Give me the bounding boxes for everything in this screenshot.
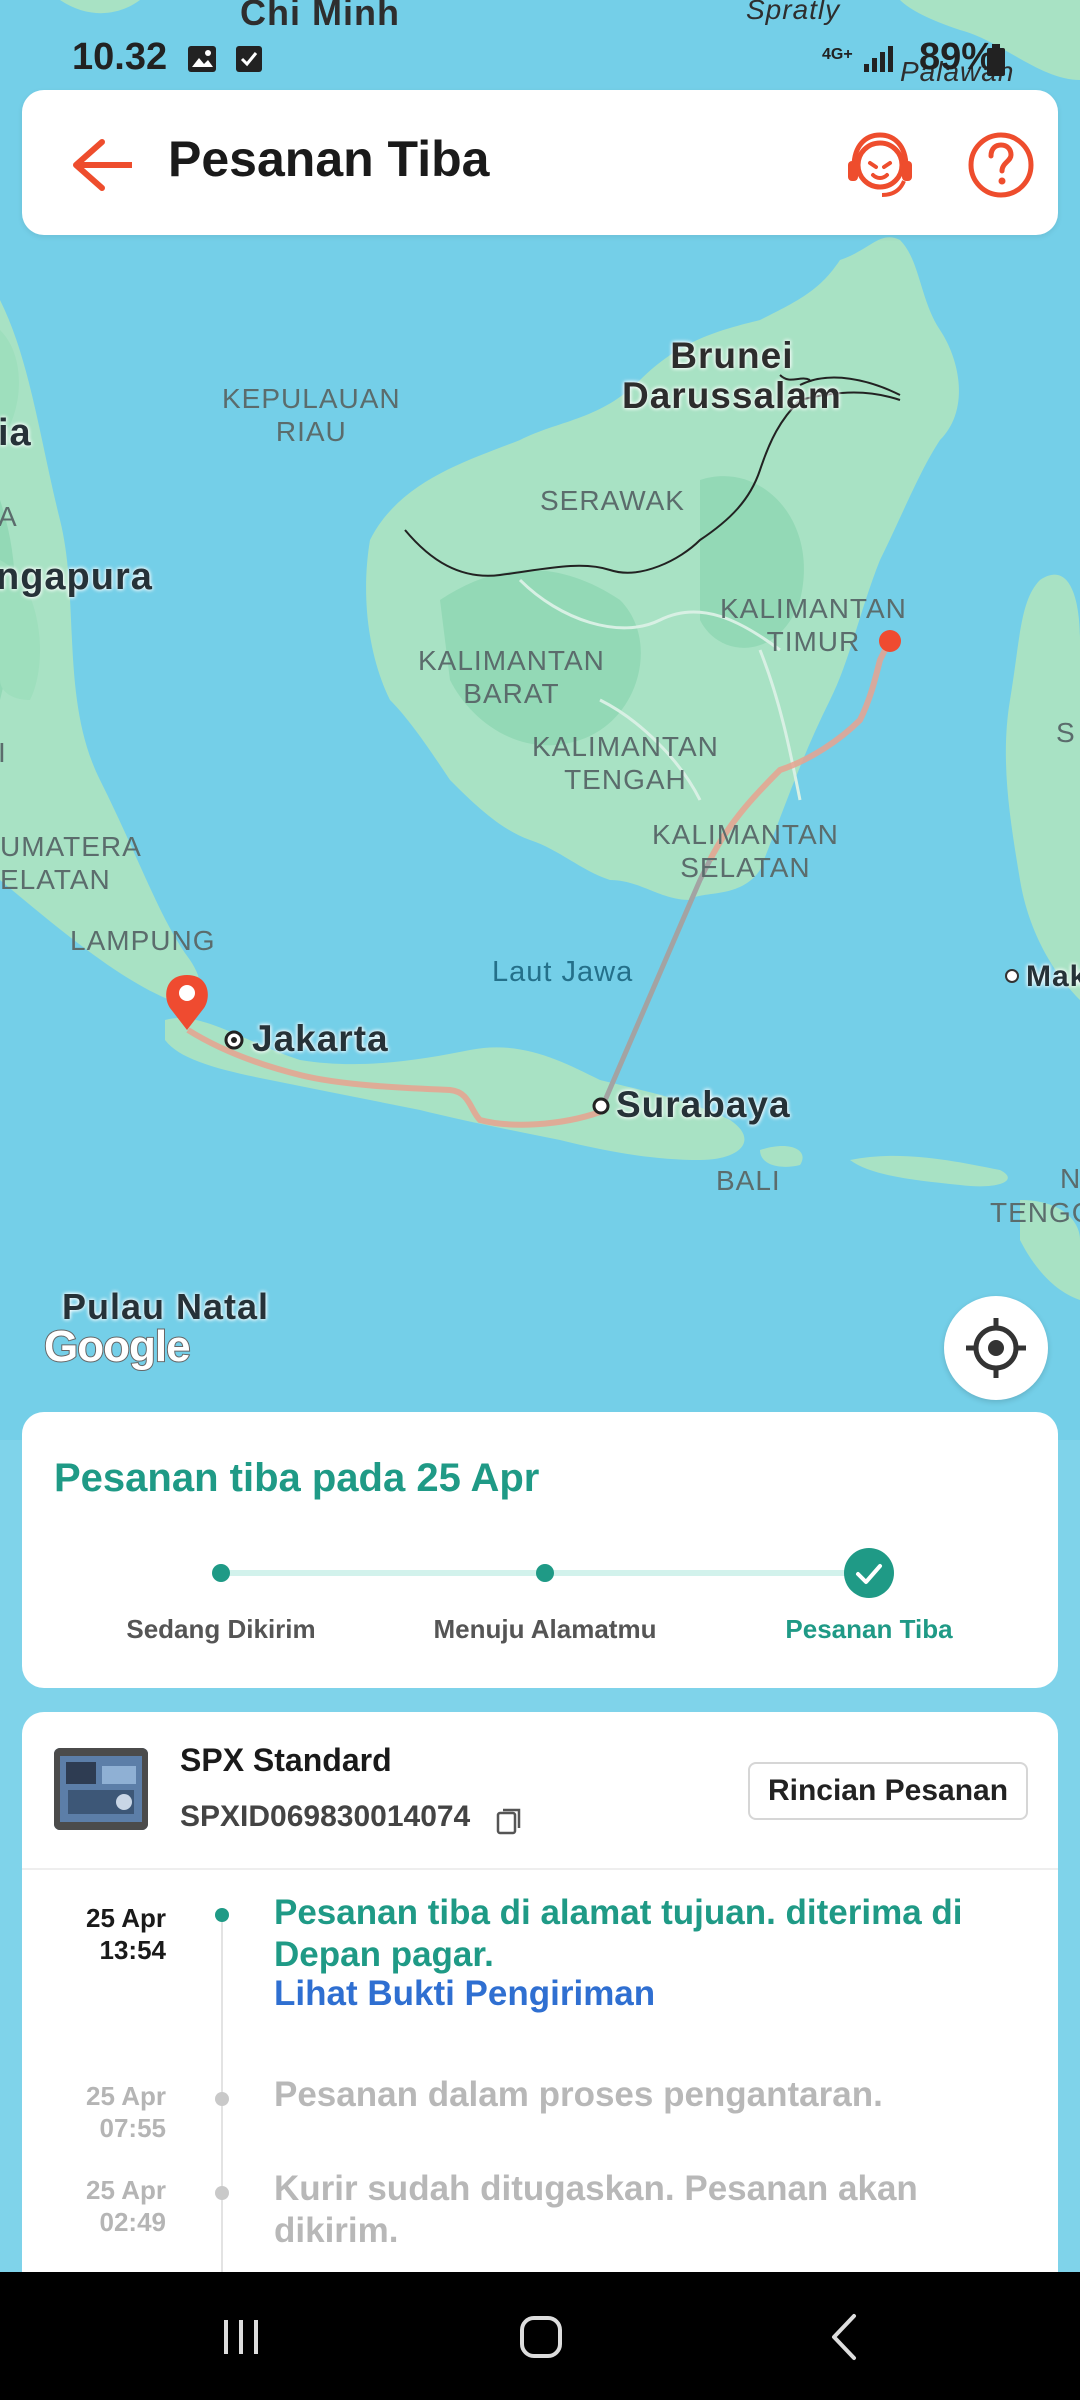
event-date-time: 13:54 (99, 1935, 167, 1965)
map-label-jakarta: Jakarta (252, 1018, 389, 1059)
map-label-ia: ia (0, 412, 32, 454)
my-location-button[interactable] (944, 1296, 1048, 1400)
tracking-number: SPXID069830014074 (180, 1800, 471, 1833)
network-type: 4G+ (822, 46, 853, 63)
proof-of-delivery-link[interactable]: Lihat Bukti Pengiriman (274, 1974, 655, 2014)
page-title: Pesanan Tiba (168, 131, 490, 187)
map-label-i: I (0, 737, 7, 768)
map-label-sumatera-selatan: UMATERA ELATAN (0, 831, 142, 895)
map-label-laut-jawa: Laut Jawa (492, 956, 634, 988)
status-bar: 10.32 4G+ 89% (0, 30, 1080, 90)
map-label-bali: BALI (716, 1165, 781, 1196)
map-label-serawak: SERAWAK (540, 485, 685, 516)
event-date: 25 Apr 13:54 (54, 1902, 166, 1966)
timeline-dot (215, 2186, 229, 2200)
event-date-day: 25 Apr (86, 2081, 166, 2111)
step-dot-shipping (212, 1564, 230, 1582)
map-label-kalimantan-timur: KALIMANTAN TIMUR (720, 593, 907, 657)
checkbox-notification-icon (236, 46, 262, 72)
event-text: Kurir sudah ditugaskan. Pesanan akan dik… (274, 2169, 918, 2250)
map-label-n: N (1060, 1163, 1080, 1194)
event-date: 25 Apr 07:55 (54, 2080, 166, 2144)
shipment-card: SPX Standard SPXID069830014074 Rincian P… (22, 1712, 1058, 2272)
gallery-notification-icon (188, 46, 216, 72)
home-icon[interactable] (506, 2306, 576, 2366)
map-label-mak: Mak (1026, 960, 1080, 993)
map-label-kepulauan-riau: KEPULAUAN RIAU (222, 383, 401, 447)
map-label-tengg: TENGG (990, 1197, 1080, 1228)
battery-icon (987, 44, 1005, 76)
delivery-status-card: Pesanan tiba pada 25 Apr Sedang Dikirim … (22, 1412, 1058, 1688)
event-date-day: 25 Apr (86, 1903, 166, 1933)
step-label-on-the-way: Menuju Alamatmu (433, 1614, 657, 1644)
map-label-a: A (0, 501, 18, 532)
divider (22, 1868, 1058, 1870)
map-label-kalimantan-barat: KALIMANTAN BARAT (418, 645, 605, 709)
step-label-shipping: Sedang Dikirim (126, 1614, 316, 1644)
step-complete-check-icon (844, 1548, 894, 1598)
map-label-spratly: Spratly (746, 0, 841, 25)
map-label-brunei: Brunei Darussalam (622, 335, 842, 416)
recent-apps-icon[interactable] (206, 2306, 276, 2366)
step-label-arrived: Pesanan Tiba (785, 1614, 953, 1644)
map-label-singapura: ngapura (0, 556, 153, 598)
map-label-s: S (1056, 717, 1076, 748)
order-details-button[interactable]: Rincian Pesanan (748, 1762, 1028, 1820)
map-label-lampung: LAMPUNG (70, 925, 216, 956)
timeline-dot (215, 2092, 229, 2106)
help-icon[interactable] (964, 128, 1038, 202)
product-thumbnail[interactable] (54, 1748, 148, 1830)
back-arrow-icon[interactable] (52, 130, 132, 200)
map-label-surabaya: Surabaya (616, 1084, 791, 1125)
google-logo: Google (43, 1321, 192, 1372)
battery-level: 89% (918, 36, 995, 78)
courier-name: SPX Standard (180, 1742, 392, 1778)
timeline-dot-active (215, 1908, 229, 1922)
signal-icon (864, 46, 893, 72)
event-date-time: 07:55 (99, 2113, 167, 2143)
customer-support-icon[interactable] (840, 125, 920, 205)
delivery-status-title: Pesanan tiba pada 25 Apr (54, 1456, 540, 1500)
map-label-kalimantan-selatan: KALIMANTAN SELATAN (652, 819, 839, 883)
back-nav-icon[interactable] (810, 2306, 880, 2366)
event-text: Pesanan tiba di alamat tujuan. diterima … (274, 1893, 963, 1974)
copy-icon[interactable] (494, 1806, 524, 1836)
event-date-day: 25 Apr (86, 2175, 166, 2205)
crosshair-icon (966, 1318, 1026, 1378)
system-nav-bar (0, 2272, 1080, 2400)
map-label-kalimantan-tengah: KALIMANTAN TENGAH (532, 731, 719, 795)
step-dot-on-the-way (536, 1564, 554, 1582)
event-date-time: 02:49 (99, 2207, 167, 2237)
status-time: 10.32 (72, 36, 168, 78)
map-label-chi-minh: Chi Minh (240, 0, 400, 33)
event-text: Pesanan dalam proses pengantaran. (274, 2075, 883, 2114)
event-date: 25 Apr 02:49 (54, 2174, 166, 2238)
header-bar: Pesanan Tiba (22, 90, 1058, 235)
